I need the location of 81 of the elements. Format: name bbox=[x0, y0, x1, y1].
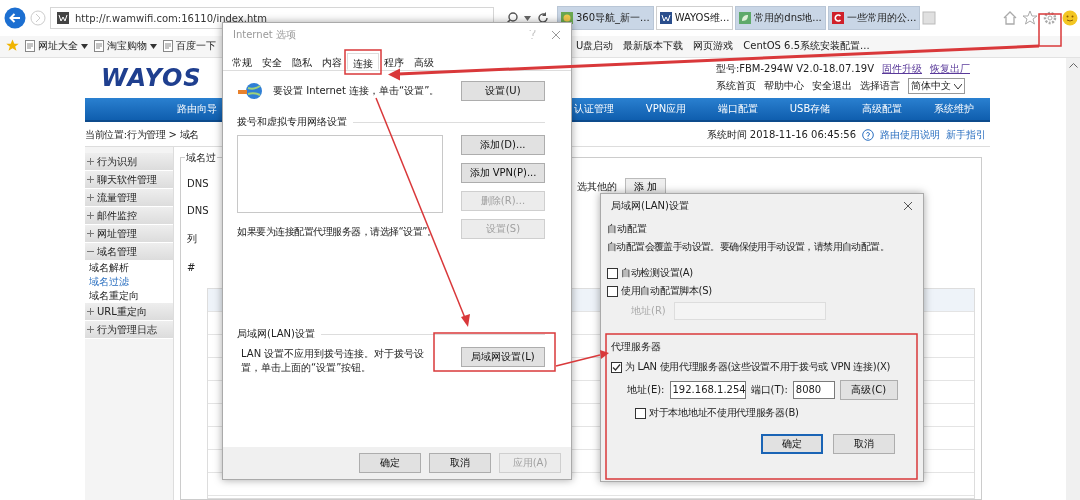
hint-text: 如果要为连接配置代理服务器，请选择“设置”。 bbox=[237, 225, 438, 239]
tab[interactable]: 高级 bbox=[409, 53, 439, 70]
header-link[interactable]: 系统首页 bbox=[715, 79, 756, 93]
sidebar-item[interactable]: URL重定向 bbox=[85, 303, 173, 321]
field-label: 端口(T): bbox=[750, 383, 788, 397]
system-time: 系统时间 2018-11-16 06:45:56 bbox=[706, 128, 856, 142]
dialog-button[interactable]: 确定 bbox=[761, 434, 823, 454]
column-header: # bbox=[187, 262, 197, 273]
panel-legend: 域名过 bbox=[185, 151, 217, 165]
sidebar-item[interactable]: 行为识别 bbox=[85, 153, 173, 171]
sidebar-item[interactable]: 网址管理 bbox=[85, 225, 173, 243]
checkbox-label: 自动检测设置(A) bbox=[621, 266, 693, 280]
help-link[interactable]: 路由使用说明 bbox=[880, 128, 940, 142]
sidebar-item[interactable]: 聊天软件管理 bbox=[85, 171, 173, 189]
help-link[interactable]: 新手指引 bbox=[946, 128, 986, 142]
browser-tab[interactable]: 一些常用的公... bbox=[827, 6, 921, 30]
instruction-text: 要设置 Internet 连接，单击“设置”。 bbox=[273, 84, 441, 98]
header-link[interactable]: 恢复出厂 bbox=[930, 62, 970, 76]
favorite-link[interactable]: 网址大全 bbox=[25, 39, 88, 53]
advanced-button[interactable]: 高级(C) bbox=[839, 380, 898, 400]
browser-tab[interactable]: 常用的dns地... bbox=[735, 6, 826, 30]
field-label: DNS bbox=[187, 178, 210, 189]
nav-item[interactable]: 系统维护 bbox=[918, 102, 990, 116]
favorite-link[interactable]: 最新版本下载 bbox=[623, 39, 684, 53]
window-title: Internet 选项 bbox=[233, 28, 297, 42]
sidebar-item[interactable]: 邮件监控 bbox=[85, 207, 173, 225]
field-label: 地址(E): bbox=[627, 383, 665, 397]
checkbox-label: 为 LAN 使用代理服务器(这些设置不用于拨号或 VPN 连接)(X) bbox=[625, 360, 891, 374]
field-label: DNS bbox=[187, 205, 210, 216]
dialog-button[interactable]: 确定 bbox=[359, 453, 421, 473]
sidebar-item[interactable]: 行为管理日志 bbox=[85, 321, 173, 339]
port-field[interactable]: 8080 bbox=[792, 381, 835, 399]
sidebar-item[interactable]: 流量管理 bbox=[85, 189, 173, 207]
nav-item[interactable]: USB存储 bbox=[774, 102, 846, 116]
sidebar-subitem[interactable]: 域名重定向 bbox=[85, 289, 173, 303]
description-text: LAN 设置不应用到拨号连接。对于拨号设置，单击上面的“设置”按钮。 bbox=[240, 347, 426, 375]
tab[interactable]: 连接 bbox=[347, 53, 379, 70]
model-text: 型号:FBM-294W V2.0-18.07.19V bbox=[715, 62, 874, 76]
favorite-link[interactable]: CentOS 6.5系统安装配置... bbox=[743, 39, 870, 53]
nav-item[interactable]: VPN应用 bbox=[630, 102, 702, 116]
favorite-link[interactable]: 淘宝购物 bbox=[94, 39, 157, 53]
section-heading: 局域网(LAN)设置 bbox=[237, 327, 315, 341]
address-field[interactable]: 192.168.1.254 bbox=[669, 381, 746, 399]
nav-item[interactable]: 路由向导 bbox=[177, 102, 217, 116]
dialup-button[interactable]: 添加(D)... bbox=[461, 135, 545, 155]
tab[interactable]: 隐私 bbox=[287, 53, 317, 70]
logo: WAYOS bbox=[100, 64, 202, 92]
checkbox-label: 对于本地地址不使用代理服务器(B) bbox=[649, 406, 799, 420]
sidebar-subitem[interactable]: 域名过滤 bbox=[85, 275, 173, 289]
section-heading: 拨号和虚拟专用网络设置 bbox=[237, 115, 347, 129]
dialog-button[interactable]: 取消 bbox=[833, 434, 895, 454]
setup-button[interactable]: 设置(U) bbox=[461, 81, 545, 101]
favorite-link[interactable]: U盘启动 bbox=[576, 39, 614, 53]
breadcrumb: 当前位置:行为管理 > 域名 bbox=[85, 128, 199, 142]
sidebar-subitem[interactable]: 域名解析 bbox=[85, 261, 173, 275]
header-link[interactable]: 选择语言 bbox=[859, 79, 900, 93]
nav-item[interactable]: 端口配置 bbox=[702, 102, 774, 116]
browser-tab[interactable]: WAYOS维... bbox=[655, 6, 734, 30]
favorite-link[interactable]: 百度一下 bbox=[163, 39, 216, 53]
header-link[interactable]: 固件升级 bbox=[882, 62, 922, 76]
nav-item[interactable]: 高级配置 bbox=[846, 102, 918, 116]
group-heading: 代理服务器 bbox=[611, 340, 662, 354]
list-legend: 列 bbox=[187, 232, 217, 246]
header-link[interactable]: 安全退出 bbox=[811, 79, 852, 93]
checkbox-label: 使用自动配置脚本(S) bbox=[621, 284, 712, 298]
browser-tab[interactable]: 360导航_新一... bbox=[557, 6, 654, 30]
language-select[interactable]: 简体中文 bbox=[907, 78, 965, 94]
group-heading: 自动配置 bbox=[607, 222, 648, 236]
sidebar-item[interactable]: 域名管理 bbox=[85, 243, 173, 261]
tab[interactable]: 内容 bbox=[317, 53, 347, 70]
tab[interactable]: 常规 bbox=[227, 53, 257, 70]
favorite-link[interactable]: 网页游戏 bbox=[693, 39, 734, 53]
dialog-button[interactable]: 取消 bbox=[429, 453, 491, 473]
tab[interactable]: 安全 bbox=[257, 53, 287, 70]
tab[interactable]: 程序 bbox=[379, 53, 409, 70]
description-text: 自动配置会覆盖手动设置。要确保使用手动设置，请禁用自动配置。 bbox=[607, 240, 890, 254]
field-label: 选其他的 bbox=[577, 180, 617, 194]
dialup-button[interactable]: 添加 VPN(P)... bbox=[461, 163, 545, 183]
lan-settings-button[interactable]: 局域网设置(L) bbox=[461, 347, 545, 367]
window-title: 局域网(LAN)设置 bbox=[611, 199, 690, 213]
header-link[interactable]: 帮助中心 bbox=[763, 79, 804, 93]
